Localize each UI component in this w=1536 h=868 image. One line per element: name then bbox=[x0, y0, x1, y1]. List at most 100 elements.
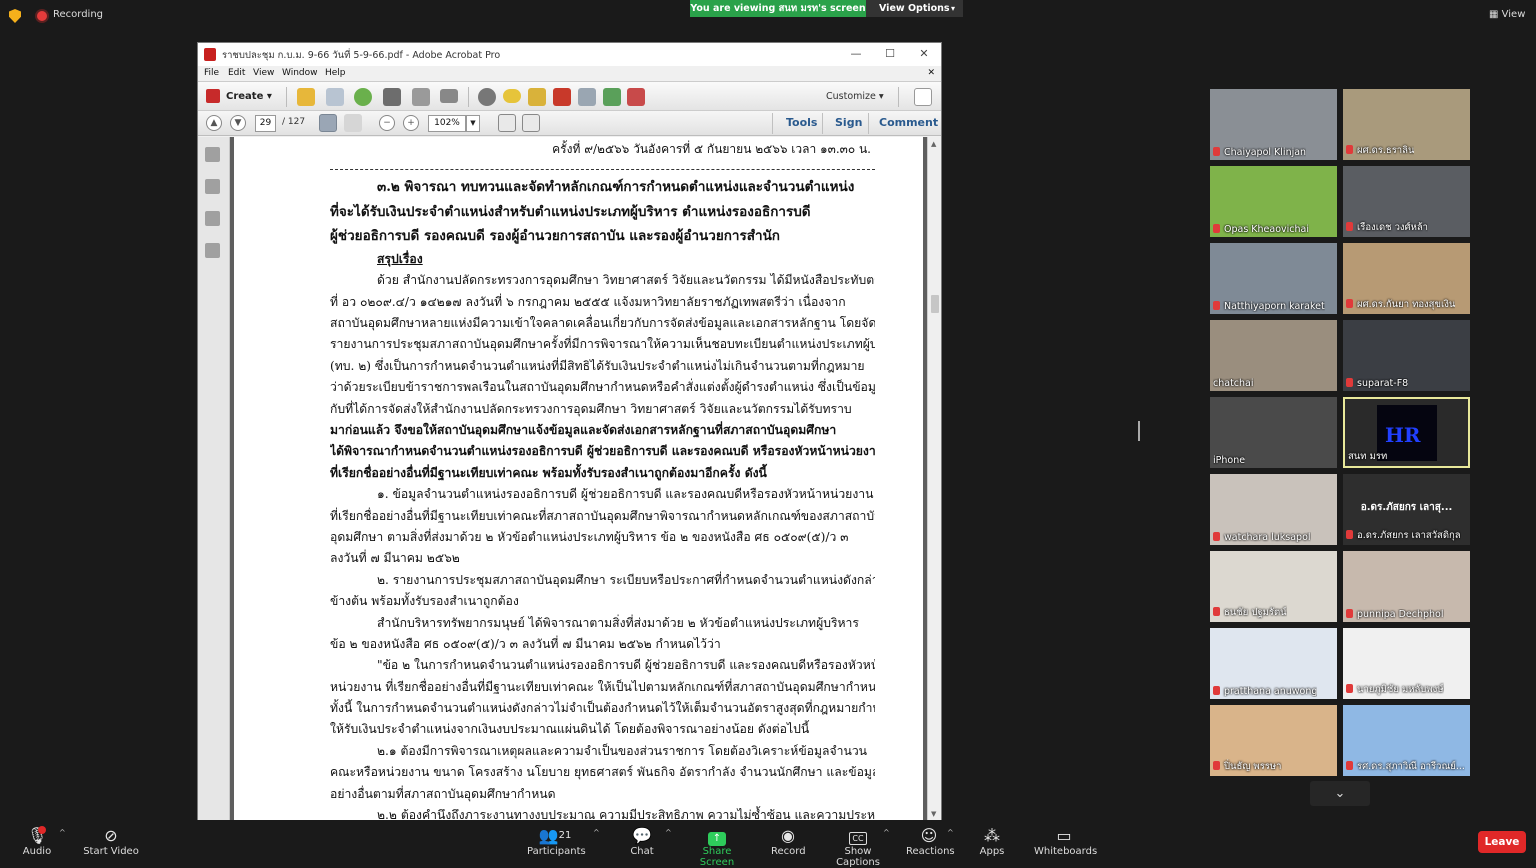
tab-comment[interactable]: Comment bbox=[879, 116, 938, 129]
bookmarks-icon[interactable] bbox=[205, 179, 220, 194]
participant-tile[interactable]: ปิ่นธัญ พรรษา bbox=[1210, 705, 1337, 776]
stamp-icon[interactable] bbox=[528, 88, 546, 106]
participant-tile[interactable]: Opas Kheaovichai bbox=[1210, 166, 1337, 237]
recording-icon bbox=[37, 11, 47, 21]
previous-page-icon[interactable]: ▲ bbox=[206, 115, 222, 131]
body-line: รายงานการประชุมสภาสถาบันอุดมศึกษาครั้งที… bbox=[330, 337, 875, 352]
participant-tile[interactable]: รศ.ดร.สุภาวิณี อารีวณย์... bbox=[1343, 705, 1470, 776]
view-options-button[interactable]: View Options ▾ bbox=[866, 0, 963, 17]
insert-page-icon[interactable] bbox=[603, 88, 621, 106]
whiteboards-button[interactable]: ▭ Whiteboards bbox=[1034, 826, 1097, 857]
participant-name-label: Natthiyaporn karaket bbox=[1224, 301, 1325, 312]
customize-dropdown[interactable]: Customize ▾ bbox=[826, 91, 884, 102]
participant-tile[interactable]: watchara luksapol bbox=[1210, 474, 1337, 545]
start-video-button[interactable]: ⊘ Start Video bbox=[83, 826, 139, 857]
apps-label: Apps bbox=[979, 846, 1005, 857]
participant-tile[interactable]: punnipa Dechphol bbox=[1343, 551, 1470, 622]
captions-options-caret[interactable]: ^ bbox=[883, 828, 890, 837]
comment-bubble-icon[interactable] bbox=[503, 89, 521, 103]
hand-tool-icon[interactable] bbox=[344, 114, 362, 132]
page-number-input[interactable]: 29 bbox=[255, 115, 276, 132]
tab-separator bbox=[868, 113, 869, 134]
participant-tile[interactable]: chatchai bbox=[1210, 320, 1337, 391]
share-screen-icon: ↑ bbox=[686, 826, 748, 846]
extract-page-icon[interactable] bbox=[578, 88, 596, 106]
close-document-icon[interactable]: ✕ bbox=[927, 68, 935, 78]
reactions-button[interactable]: ☺ Reactions bbox=[906, 826, 955, 857]
menu-view[interactable]: View bbox=[253, 68, 274, 78]
create-button[interactable]: Create ▾ bbox=[206, 89, 272, 103]
document-view[interactable]: ครั้งที่ ๙/๒๕๖๖ วันอังคารที่ ๕ กันยายน ๒… bbox=[230, 137, 927, 821]
participants-button[interactable]: 👥21 Participants bbox=[527, 826, 586, 857]
save-icon[interactable] bbox=[326, 88, 344, 106]
participants-options-caret[interactable]: ^ bbox=[593, 828, 600, 837]
page-thumbnails-icon[interactable] bbox=[205, 147, 220, 162]
zoom-in-icon[interactable]: + bbox=[403, 115, 419, 131]
participant-tile[interactable]: Natthiyaporn karaket bbox=[1210, 243, 1337, 314]
participant-name: ธนชัย ปฐมรัตน์ bbox=[1213, 605, 1287, 620]
minimize-button[interactable]: — bbox=[841, 46, 871, 62]
close-window-button[interactable]: ✕ bbox=[909, 46, 939, 62]
zoom-dropdown-icon[interactable]: ▼ bbox=[466, 115, 480, 132]
menu-window[interactable]: Window bbox=[282, 68, 318, 78]
scroll-down-icon[interactable]: ▼ bbox=[931, 810, 936, 818]
participant-name: สนท มรท bbox=[1348, 449, 1387, 464]
signatures-icon[interactable] bbox=[205, 243, 220, 258]
open-folder-icon[interactable] bbox=[297, 88, 315, 106]
maximize-button[interactable]: ☐ bbox=[875, 46, 905, 62]
cloud-upload-icon[interactable] bbox=[354, 88, 372, 106]
body-line: สถาบันอุดมศึกษาหลายแห่งมีความเข้าใจคลาดเ… bbox=[330, 316, 875, 331]
delete-page-icon[interactable] bbox=[553, 88, 571, 106]
select-tool-icon[interactable] bbox=[319, 114, 337, 132]
menu-help[interactable]: Help bbox=[325, 68, 346, 78]
zoom-input[interactable]: 102% bbox=[428, 115, 466, 132]
participant-tile[interactable]: ผศ.ดร.กันยา ทองสุขเงิน bbox=[1343, 243, 1470, 314]
share-screen-button[interactable]: ↑ Share Screen bbox=[686, 826, 748, 868]
scrollbar-thumb[interactable] bbox=[931, 295, 939, 313]
security-shield-icon[interactable] bbox=[9, 9, 21, 23]
tab-sign[interactable]: Sign bbox=[835, 116, 862, 129]
export-pdf-icon[interactable] bbox=[627, 88, 645, 106]
body-line: ได้พิจารณากำหนดจำนวนตำแหน่งรองอธิการบดี … bbox=[330, 444, 875, 459]
show-captions-button[interactable]: CC Show Captions bbox=[825, 826, 891, 868]
zoom-out-icon[interactable]: − bbox=[379, 115, 395, 131]
chat-button[interactable]: 💬 Chat bbox=[628, 826, 656, 857]
print-icon[interactable] bbox=[383, 88, 401, 106]
video-off-icon: ⊘ bbox=[104, 826, 118, 845]
view-label: View bbox=[1501, 9, 1526, 20]
leave-button[interactable]: Leave bbox=[1478, 831, 1526, 853]
expand-icon[interactable] bbox=[914, 88, 932, 106]
participant-tile[interactable]: Chaiyapol Klinjan bbox=[1210, 89, 1337, 160]
chat-options-caret[interactable]: ^ bbox=[665, 828, 672, 837]
apps-button[interactable]: ⁂ Apps bbox=[978, 826, 1006, 857]
participant-tile[interactable]: iPhone bbox=[1210, 397, 1337, 468]
participant-tile[interactable]: ธนชัย ปฐมรัตน์ bbox=[1210, 551, 1337, 622]
participant-tile[interactable]: HR สนท มรท bbox=[1343, 397, 1470, 468]
gallery-resize-handle[interactable] bbox=[1138, 421, 1140, 441]
next-page-icon[interactable]: ▼ bbox=[230, 115, 246, 131]
audio-options-caret[interactable]: ^ bbox=[59, 828, 66, 837]
gallery-next-page-button[interactable]: ⌄ bbox=[1310, 781, 1370, 806]
scroll-up-icon[interactable]: ▲ bbox=[931, 140, 936, 148]
menu-file[interactable]: File bbox=[204, 68, 219, 78]
participant-tile[interactable]: เรืองเดช วงศ์หล้า bbox=[1343, 166, 1470, 237]
email-icon[interactable] bbox=[440, 89, 458, 103]
participant-tile[interactable]: suparat-F8 bbox=[1343, 320, 1470, 391]
audio-button[interactable]: 🎙 Audio bbox=[20, 826, 54, 857]
tab-tools[interactable]: Tools bbox=[786, 116, 817, 129]
participant-tile[interactable]: อ.ดร.ภัสยกร เลาสุ... อ.ดร.ภัสยกร เลาสวัสด… bbox=[1343, 474, 1470, 545]
participant-tile[interactable]: นายภูมิชัย มหลับพงษ์ bbox=[1343, 628, 1470, 699]
menu-edit[interactable]: Edit bbox=[228, 68, 245, 78]
vertical-scrollbar[interactable]: ▲ ▼ bbox=[927, 137, 941, 821]
view-button[interactable]: ▦ View bbox=[1489, 9, 1525, 20]
reactions-options-caret[interactable]: ^ bbox=[947, 828, 954, 837]
attachments-icon[interactable] bbox=[205, 211, 220, 226]
muted-mic-icon bbox=[1346, 609, 1353, 618]
record-button[interactable]: ◉ Record bbox=[771, 826, 806, 857]
fit-width-icon[interactable] bbox=[522, 114, 540, 132]
gear-icon[interactable] bbox=[478, 88, 496, 106]
fit-page-icon[interactable] bbox=[498, 114, 516, 132]
participant-tile[interactable]: ผศ.ดร.ธราลิน bbox=[1343, 89, 1470, 160]
participant-tile[interactable]: pratthana anuwong bbox=[1210, 628, 1337, 699]
edit-icon[interactable] bbox=[412, 88, 430, 106]
